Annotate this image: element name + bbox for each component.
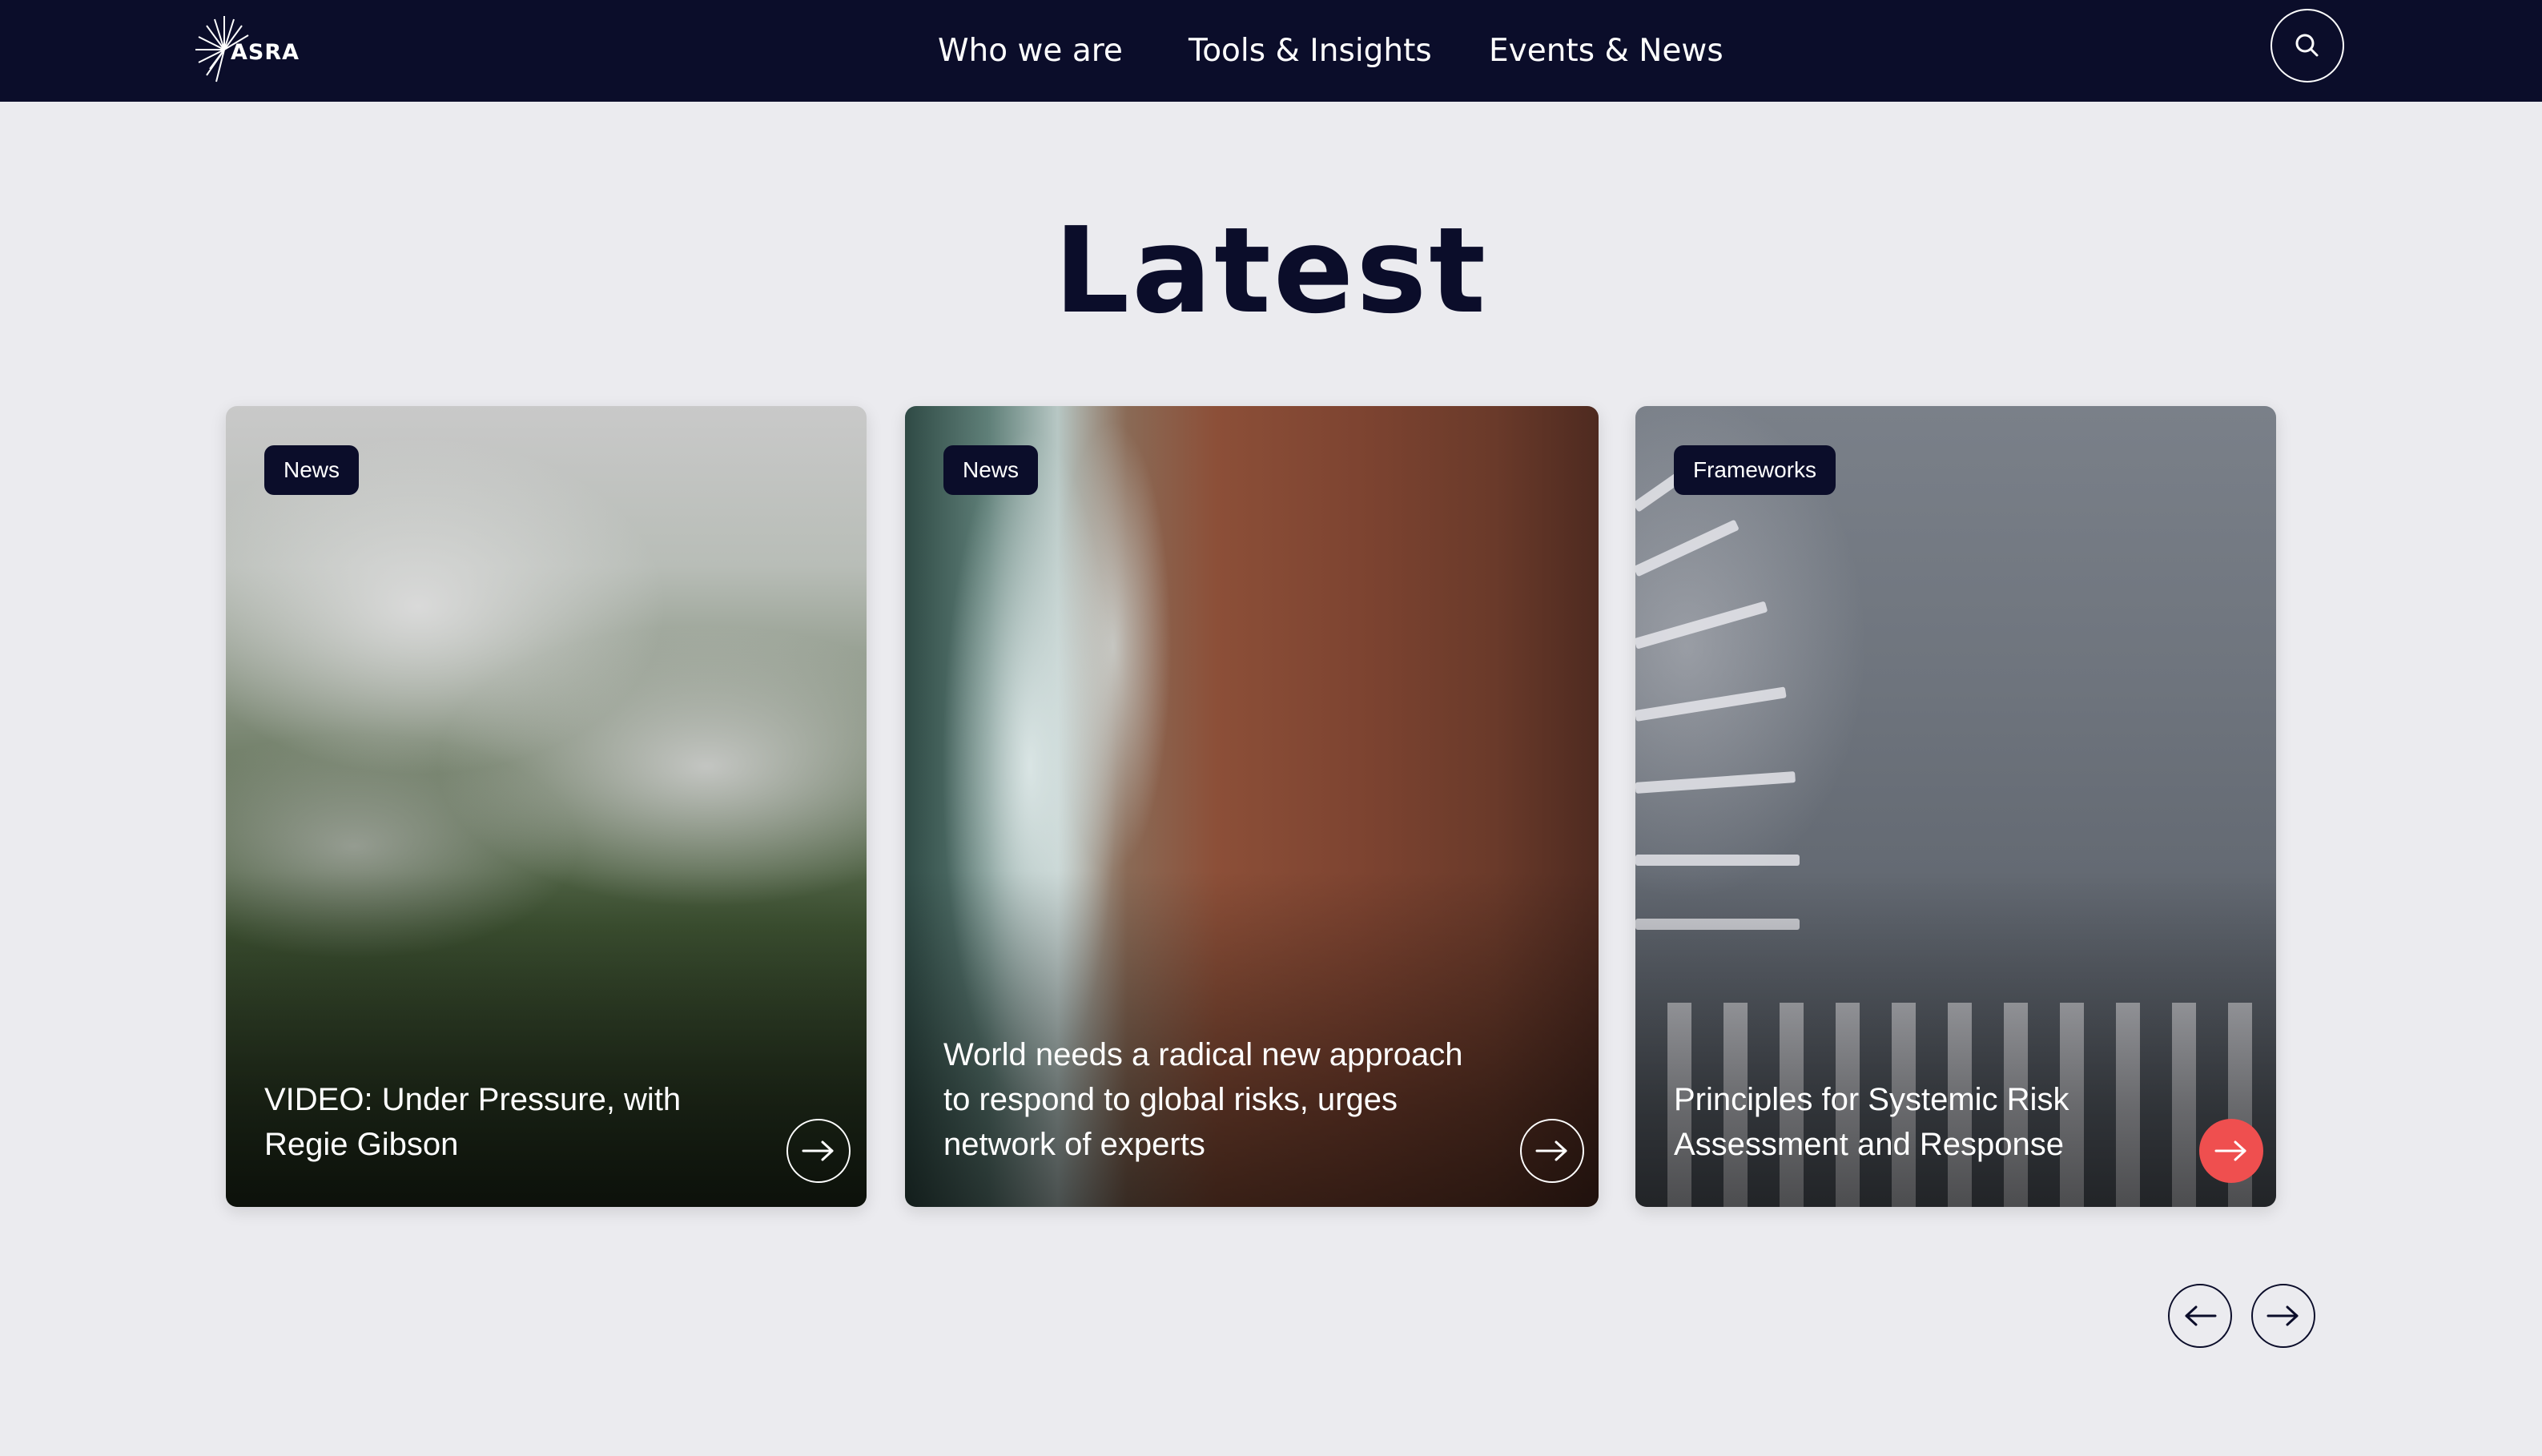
card-title[interactable]: World needs a radical new approach to re…: [943, 1032, 1488, 1167]
card-arrow-button[interactable]: [1520, 1119, 1584, 1183]
nav-who-we-are[interactable]: Who we are: [938, 0, 1123, 102]
nav-events-news[interactable]: Events & News: [1489, 0, 1723, 102]
top-navigation-bar: ASRA Who we are Tools & Insights Events …: [0, 0, 2542, 102]
carousel-next-button[interactable]: [2251, 1284, 2315, 1348]
card-arrow-button[interactable]: [786, 1119, 851, 1183]
category-tag: Frameworks: [1674, 445, 1836, 495]
card-title[interactable]: Principles for Systemic Risk Assessment …: [1674, 1077, 2122, 1167]
road-marking: [1635, 771, 1796, 794]
nav-tools-insights[interactable]: Tools & Insights: [1189, 0, 1432, 102]
arrow-right-icon: [2214, 1140, 2246, 1161]
arrow-right-icon: [802, 1140, 834, 1161]
logo-text: ASRA: [231, 40, 300, 65]
arrow-left-icon: [2185, 1305, 2217, 1326]
category-tag: News: [943, 445, 1039, 495]
page-title: Latest: [1053, 202, 1489, 340]
carousel-prev-button[interactable]: [2168, 1284, 2232, 1348]
asra-logo[interactable]: ASRA: [192, 8, 304, 88]
category-tag: News: [264, 445, 360, 495]
card-title[interactable]: VIDEO: Under Pressure, with Regie Gibson: [264, 1077, 713, 1167]
arrow-right-icon: [1535, 1140, 1567, 1161]
road-marking: [1635, 855, 1800, 866]
arrow-right-icon: [2266, 1305, 2299, 1326]
news-card-global-risks[interactable]: News World needs a radical new approach …: [905, 406, 1599, 1207]
search-button[interactable]: [2271, 9, 2344, 82]
road-marking: [1635, 519, 1740, 577]
search-icon: [2295, 34, 2319, 57]
card-arrow-button[interactable]: [2199, 1119, 2263, 1183]
frameworks-card-systemic-risk[interactable]: Frameworks Principles for Systemic Risk …: [1635, 406, 2276, 1207]
road-marking: [1635, 686, 1787, 722]
road-marking: [1635, 601, 1768, 650]
news-card-under-pressure[interactable]: News VIDEO: Under Pressure, with Regie G…: [226, 406, 867, 1207]
